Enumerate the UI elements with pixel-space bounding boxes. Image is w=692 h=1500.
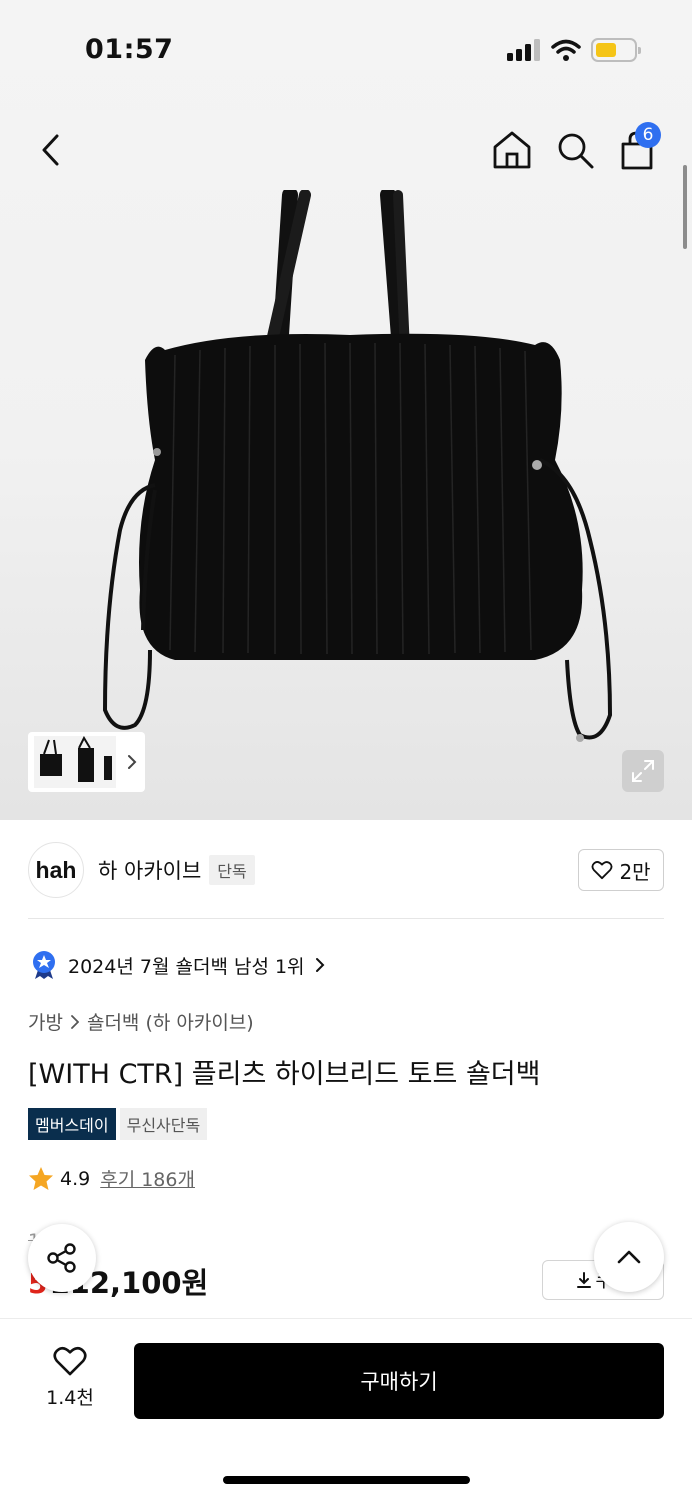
chevron-right-icon	[128, 755, 137, 769]
chevron-right-icon	[71, 1014, 79, 1029]
scroll-to-top-button[interactable]	[594, 1222, 664, 1292]
home-button[interactable]	[490, 128, 534, 172]
musinsa-exclusive-badge: 무신사단독	[119, 1108, 208, 1140]
thumbnail-image[interactable]	[34, 736, 116, 788]
brand-like-button[interactable]: 2만	[578, 849, 664, 891]
ranking-text: 2024년 7월 숄더백 남성 1위	[68, 955, 305, 978]
star-icon	[29, 1167, 53, 1190]
brand-row: hah 하 아카이브 단독 2만	[28, 842, 664, 898]
share-icon	[47, 1243, 76, 1273]
share-button[interactable]	[28, 1224, 96, 1292]
home-indicator	[223, 1476, 470, 1484]
wishlist-count: 1.4천	[46, 1387, 94, 1409]
thumbnail-strip[interactable]	[28, 732, 145, 792]
review-count-link[interactable]: 후기 186개	[100, 1165, 195, 1192]
expand-button[interactable]	[622, 750, 664, 792]
members-day-badge: 멤버스데이	[28, 1108, 116, 1140]
chevron-up-icon	[617, 1250, 641, 1264]
rating-score: 4.9	[60, 1167, 91, 1190]
cart-button[interactable]: 6	[617, 122, 661, 172]
breadcrumb: 가방 숄더백 (하 아카이브)	[28, 1008, 254, 1035]
expand-icon	[632, 760, 654, 782]
brand-name[interactable]: 하 아카이브	[98, 855, 201, 885]
wishlist-button[interactable]: 1.4천	[30, 1345, 110, 1410]
breadcrumb-item-shoulder-bags[interactable]: 숄더백 (하 아카이브)	[87, 1008, 254, 1035]
brand-exclusive-tag: 단독	[209, 855, 255, 885]
heart-icon	[53, 1346, 87, 1376]
product-title: [WITH CTR] 플리츠 하이브리드 토트 숄더백	[28, 1059, 541, 1090]
bottom-action-bar: 1.4천 구매하기	[0, 1318, 692, 1500]
scrollbar[interactable]	[683, 165, 687, 249]
chevron-left-icon	[42, 134, 59, 166]
cart-count-badge: 6	[635, 122, 661, 148]
breadcrumb-item-bags[interactable]: 가방	[28, 1008, 63, 1035]
ranking-link[interactable]: 2024년 7월 숄더백 남성 1위	[30, 950, 325, 980]
product-image	[102, 190, 613, 742]
chevron-right-icon	[315, 958, 324, 972]
battery-icon	[591, 38, 641, 62]
search-button[interactable]	[553, 128, 597, 172]
product-badges: 멤버스데이 무신사단독	[28, 1108, 208, 1140]
brand-logo[interactable]: hah	[28, 842, 84, 898]
rating-row: 4.9 후기 186개	[28, 1165, 195, 1192]
buy-button[interactable]: 구매하기	[134, 1343, 664, 1419]
heart-icon	[591, 861, 613, 880]
download-icon	[577, 1272, 592, 1288]
search-icon	[558, 133, 594, 169]
home-icon	[493, 131, 531, 169]
divider	[28, 918, 664, 919]
status-time: 01:57	[85, 34, 174, 65]
product-gallery[interactable]: 01:57 6	[0, 0, 692, 820]
award-badge-icon	[33, 951, 55, 979]
status-icons	[507, 38, 641, 62]
brand-like-count: 2만	[619, 859, 651, 884]
back-button[interactable]	[30, 128, 70, 172]
wifi-icon	[551, 39, 581, 61]
signal-icon	[507, 39, 540, 61]
